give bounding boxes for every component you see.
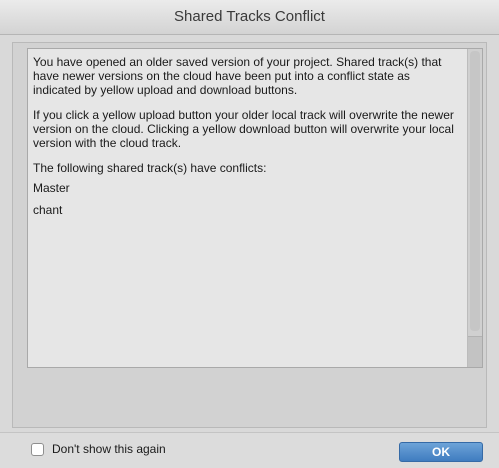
ok-button[interactable]: OK (399, 442, 483, 462)
title-bar[interactable]: Shared Tracks Conflict (0, 0, 499, 35)
dialog-footer: Don't show this again OK (0, 432, 499, 468)
dont-show-again-checkbox[interactable] (31, 443, 44, 456)
message-paragraph-3: The following shared track(s) have confl… (33, 161, 267, 175)
vertical-scrollbar[interactable] (467, 49, 482, 367)
conflict-track-item: chant (33, 203, 63, 217)
message-paragraph-1: You have opened an older saved version o… (33, 55, 442, 97)
scrollbar-thumb[interactable] (470, 51, 480, 331)
message-text-area: You have opened an older saved version o… (27, 48, 483, 368)
scrollbar-track-end (468, 336, 482, 367)
dont-show-again-label[interactable]: Don't show this again (52, 442, 166, 456)
conflict-track-item: Master (33, 181, 70, 195)
message-paragraph-2: If you click a yellow upload button your… (33, 108, 454, 150)
dialog-window: Shared Tracks Conflict You have opened a… (0, 0, 499, 468)
window-title: Shared Tracks Conflict (174, 8, 325, 25)
message-body: You have opened an older saved version o… (33, 55, 461, 221)
